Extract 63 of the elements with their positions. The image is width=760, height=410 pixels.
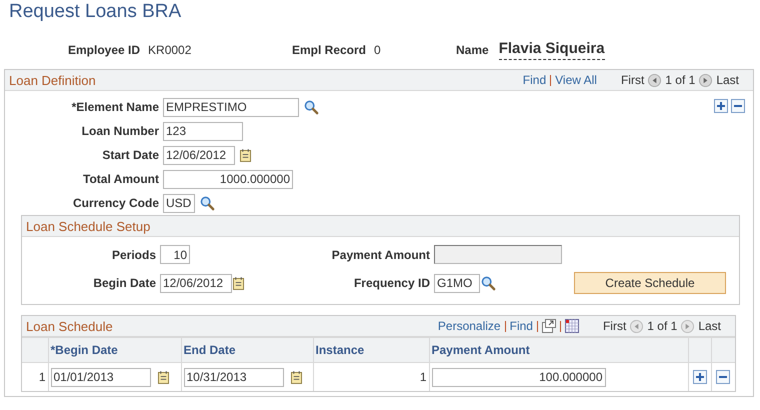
search-icon[interactable] [481, 276, 496, 290]
input-field[interactable]: 12/06/2012 [160, 274, 232, 292]
add-row-icon[interactable] [714, 99, 728, 113]
add-row-icon[interactable] [692, 370, 706, 384]
field-label: Payment Amount [330, 248, 431, 262]
page-title: Request Loans BRA [8, 0, 182, 24]
field-label: Name [456, 43, 489, 57]
field-label: *Element Name [70, 100, 159, 114]
field-value: KR0002 [148, 43, 192, 57]
section-title: Loan Schedule Setup [26, 218, 150, 234]
field-label: Periods [110, 248, 157, 262]
calendar-icon[interactable] [233, 276, 244, 290]
search-icon[interactable] [200, 196, 215, 210]
field-label: Currency Code [72, 196, 159, 210]
last-label: Last [716, 73, 739, 87]
next-icon[interactable] [681, 320, 694, 332]
field-label: Total Amount [82, 172, 159, 186]
link[interactable]: Find [510, 319, 533, 333]
input-field[interactable]: 100.000000 [432, 368, 606, 386]
page-count: 1 of 1 [665, 73, 696, 87]
spreadsheet-icon[interactable] [564, 319, 579, 333]
first-label: First [602, 319, 626, 333]
link[interactable]: Personalize [438, 319, 501, 333]
first-label: First [620, 73, 644, 87]
input-field[interactable]: 01/01/2013 [50, 368, 150, 386]
input-field[interactable]: 1000.000000 [163, 170, 293, 188]
input-field[interactable]: USD [163, 194, 195, 212]
field-label: Begin Date [92, 276, 157, 290]
row-number: 1 [22, 362, 48, 391]
new-window-icon[interactable] [542, 319, 556, 333]
search-icon[interactable] [304, 100, 319, 114]
employee-name: Flavia Siqueira [498, 40, 605, 60]
input-field[interactable]: EMPRESTIMO [163, 98, 299, 116]
input-field[interactable]: G1MO [434, 274, 480, 292]
calendar-icon[interactable] [290, 370, 302, 384]
next-icon[interactable] [699, 74, 712, 86]
section-title: Loan Definition [9, 72, 96, 88]
input-field[interactable]: 10/31/2013 [184, 368, 284, 386]
calendar-icon[interactable] [158, 370, 168, 384]
input-field[interactable]: 123 [163, 122, 243, 140]
column-header: Payment Amount [429, 338, 688, 362]
last-label: Last [698, 319, 721, 333]
calendar-icon[interactable] [240, 148, 251, 162]
create-schedule-button[interactable]: Create Schedule [574, 272, 726, 294]
page-count: 1 of 1 [647, 319, 678, 333]
previous-icon[interactable] [630, 320, 644, 332]
section-title: Loan Schedule [26, 318, 113, 334]
link[interactable]: View All [555, 73, 597, 87]
link[interactable]: Find [522, 73, 546, 87]
field-value: 0 [374, 43, 381, 57]
delete-row-icon[interactable] [716, 370, 730, 384]
previous-icon[interactable] [648, 74, 662, 86]
column-header: Instance [313, 338, 429, 362]
field-label: Loan Number [80, 124, 159, 138]
column-header: End Date [181, 338, 313, 362]
input-field[interactable]: 10 [160, 245, 190, 264]
field-label: Employee ID [68, 43, 140, 57]
column-header: *Begin Date [48, 338, 181, 362]
field-label: Start Date [101, 148, 159, 162]
delete-row-icon[interactable] [731, 99, 745, 113]
field-label: Frequency ID [352, 276, 431, 290]
field-label: Empl Record [292, 43, 366, 57]
input-field[interactable]: 12/06/2012 [163, 146, 235, 164]
